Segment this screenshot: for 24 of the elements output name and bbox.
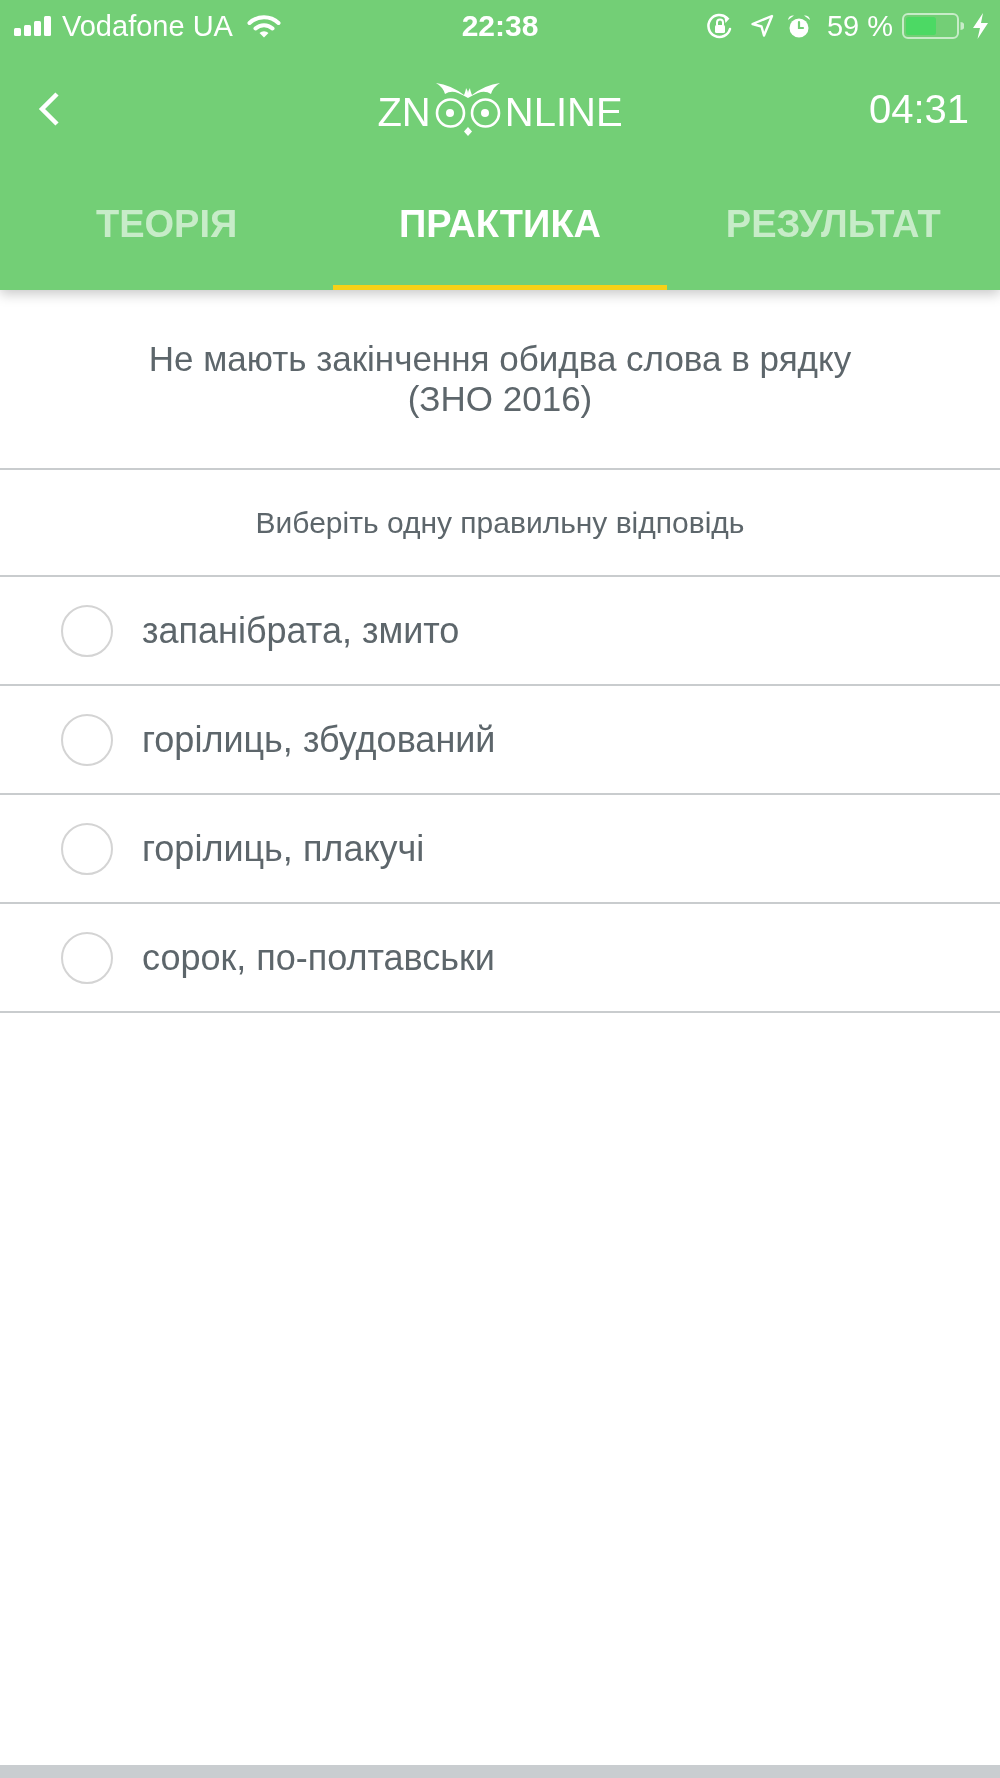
alarm-clock-icon xyxy=(786,13,811,39)
radio-button[interactable] xyxy=(61,604,113,657)
countdown-timer: 04:31 xyxy=(868,85,969,132)
logo-text: ZN xyxy=(377,89,431,134)
question-text: Не мають закінчення обидва слова в рядку (ЗНО 2016) xyxy=(147,339,853,419)
answer-label[interactable]: запанібрата, змито xyxy=(142,609,460,652)
battery-percent: 59 % xyxy=(826,9,893,43)
radio-button[interactable] xyxy=(61,713,113,766)
instruction-text: Виберіть одну правильну відповідь xyxy=(255,504,745,541)
answer-label[interactable]: сорок, по-полтавськи xyxy=(142,936,495,979)
signal-bars-icon xyxy=(14,16,52,36)
back-icon[interactable] xyxy=(37,90,61,127)
charging-bolt-icon xyxy=(973,13,988,39)
location-arrow-icon xyxy=(749,14,774,38)
status-time: 22:38 xyxy=(461,9,539,43)
carrier-name: Vodafone UA xyxy=(62,9,233,43)
logo-text: NLINE xyxy=(504,89,623,134)
answer-label[interactable]: горілиць, збудований xyxy=(142,718,496,761)
radio-button[interactable] xyxy=(61,822,113,875)
battery-icon xyxy=(902,13,964,39)
wifi-icon xyxy=(246,14,281,38)
answer-label[interactable]: горілиць, плакучі xyxy=(142,827,425,870)
rotation-lock-icon xyxy=(705,12,734,40)
radio-button[interactable] xyxy=(61,931,113,984)
